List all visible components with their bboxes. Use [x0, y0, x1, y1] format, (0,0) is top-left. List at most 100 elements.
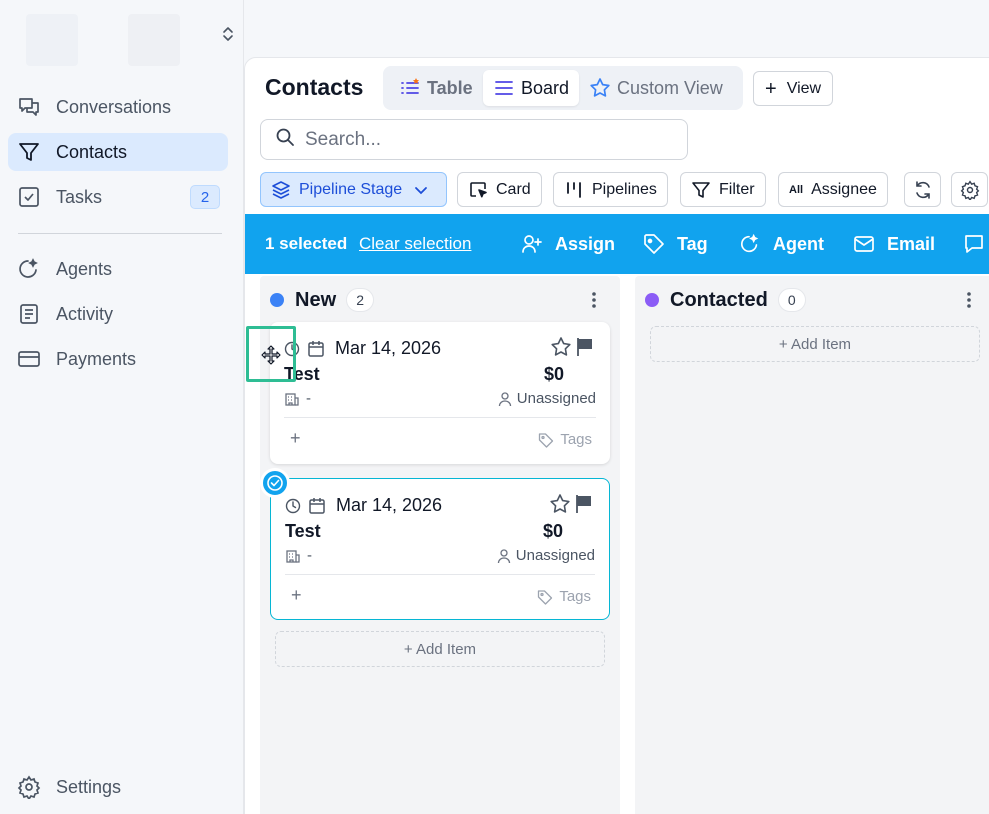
card-add-button[interactable]: + — [291, 585, 302, 606]
card-divider — [284, 417, 596, 418]
add-item-button[interactable]: + Add Item — [650, 326, 980, 362]
email-action[interactable]: Email — [853, 233, 935, 255]
user-icon — [497, 391, 513, 407]
more-vertical-icon[interactable] — [586, 290, 602, 310]
settings-label: Settings — [56, 776, 122, 797]
card-tags-button[interactable]: Tags — [537, 588, 591, 605]
selection-count: 1 selected — [265, 234, 348, 253]
column-title: New — [295, 288, 337, 311]
search-icon — [275, 127, 295, 152]
card-company: - — [284, 390, 311, 407]
tab-label: Table — [427, 77, 473, 98]
tab-board[interactable]: Board — [483, 70, 580, 106]
card-add-button[interactable]: + — [290, 428, 301, 449]
user-icon — [496, 548, 512, 564]
credit-card-icon — [16, 346, 42, 372]
card-amount: $0 — [542, 521, 563, 541]
tag-action[interactable]: Tag — [643, 233, 708, 255]
tasks-count-badge: 2 — [190, 185, 220, 209]
sidebar-item-payments[interactable]: Payments — [8, 340, 228, 378]
search-input[interactable] — [305, 128, 675, 151]
board-lines-icon — [493, 77, 515, 99]
assign-label: Assign — [555, 233, 616, 254]
card-date: Mar 14, 2026 — [284, 338, 441, 359]
add-view-label: View — [786, 79, 822, 97]
sidebar-item-label: Activity — [56, 303, 114, 324]
deal-card-selected[interactable]: Mar 14, 2026 Test $0 - Unassigned + Tags — [260, 468, 610, 620]
building-icon — [285, 548, 301, 564]
card-assignee[interactable]: Unassigned — [497, 390, 596, 407]
sparkle-agent-icon — [739, 233, 761, 255]
flag-icon[interactable] — [574, 336, 596, 358]
tab-table[interactable]: Table — [389, 70, 483, 106]
sidebar-item-conversations[interactable]: Conversations — [8, 88, 228, 126]
document-icon — [16, 301, 42, 327]
check-circle-icon[interactable] — [260, 468, 290, 498]
card-assignee[interactable]: Unassigned — [496, 547, 595, 564]
deal-card[interactable]: Mar 14, 2026 Test $0 - Unassigned + Tags — [270, 322, 610, 464]
user-plus-icon — [521, 233, 543, 255]
sidebar-item-tasks[interactable]: Tasks 2 — [8, 178, 228, 216]
email-label: Email — [887, 233, 936, 254]
board-settings-button[interactable] — [951, 172, 988, 207]
column-count: 0 — [777, 288, 806, 312]
tab-label: Custom View — [617, 77, 723, 98]
pipelines-button[interactable]: Pipelines — [553, 172, 668, 207]
layers-icon — [271, 180, 291, 200]
sidebar-item-settings[interactable]: Settings — [8, 768, 228, 806]
card-label: Card — [496, 180, 531, 198]
tab-label: Board — [521, 77, 570, 98]
more-vertical-icon[interactable] — [961, 290, 977, 310]
pipeline-stage-dropdown[interactable]: Pipeline Stage — [260, 172, 447, 207]
tag-icon — [643, 233, 665, 255]
calendar-icon — [306, 339, 326, 359]
sidebar-divider — [18, 233, 222, 234]
refresh-button[interactable] — [904, 172, 941, 207]
card-company-text: - — [306, 390, 311, 407]
sidebar-item-agents[interactable]: Agents — [8, 250, 228, 288]
add-view-button[interactable]: + View — [753, 71, 834, 106]
assignee-button[interactable]: All Assignee — [778, 172, 888, 207]
card-tags-text: Tags — [560, 431, 592, 448]
message-icon — [963, 233, 985, 255]
card-date-text: Mar 14, 2026 — [336, 495, 443, 515]
filter-button[interactable]: Filter — [680, 172, 766, 207]
card-date: Mar 14, 2026 — [285, 495, 442, 516]
workspace-logo[interactable] — [26, 14, 78, 66]
chevron-up-down-icon[interactable] — [218, 24, 238, 44]
column-title: Contacted — [670, 288, 768, 311]
star-icon[interactable] — [549, 493, 571, 515]
building-icon — [284, 391, 300, 407]
gear-icon — [16, 774, 42, 800]
column-header: New 2 — [270, 288, 375, 312]
message-action[interactable] — [963, 233, 989, 255]
sidebar-item-contacts[interactable]: Contacts — [8, 133, 228, 171]
board-column-contacted: Contacted 0 + Add Item — [635, 276, 989, 814]
card-tags-text: Tags — [559, 588, 591, 605]
sidebar-item-label: Tasks — [56, 186, 103, 207]
card-button[interactable]: Card — [457, 172, 542, 207]
agent-action[interactable]: Agent — [739, 233, 824, 255]
assign-action[interactable]: Assign — [521, 233, 615, 255]
column-color-dot — [270, 293, 284, 307]
card-company: - — [285, 547, 312, 564]
column-count: 2 — [346, 288, 375, 312]
gear-icon — [960, 179, 980, 200]
sidebar-item-activity[interactable]: Activity — [8, 295, 228, 333]
assignee-label: Assignee — [811, 180, 877, 198]
flag-icon[interactable] — [573, 493, 595, 515]
workspace-name — [128, 14, 180, 66]
star-icon — [589, 77, 611, 99]
drag-handle[interactable] — [246, 326, 296, 382]
star-icon[interactable] — [550, 336, 572, 358]
tag-icon — [537, 589, 553, 605]
card-assignee-text: Unassigned — [516, 390, 596, 407]
tab-custom-view[interactable]: Custom View — [579, 70, 733, 106]
clear-selection-link[interactable]: Clear selection — [359, 234, 471, 254]
search-box — [260, 119, 688, 160]
calendar-icon — [307, 496, 327, 516]
card-tags-button[interactable]: Tags — [538, 431, 592, 448]
add-item-button[interactable]: + Add Item — [275, 631, 605, 667]
agent-label: Agent — [773, 233, 824, 254]
tag-label: Tag — [677, 233, 708, 254]
